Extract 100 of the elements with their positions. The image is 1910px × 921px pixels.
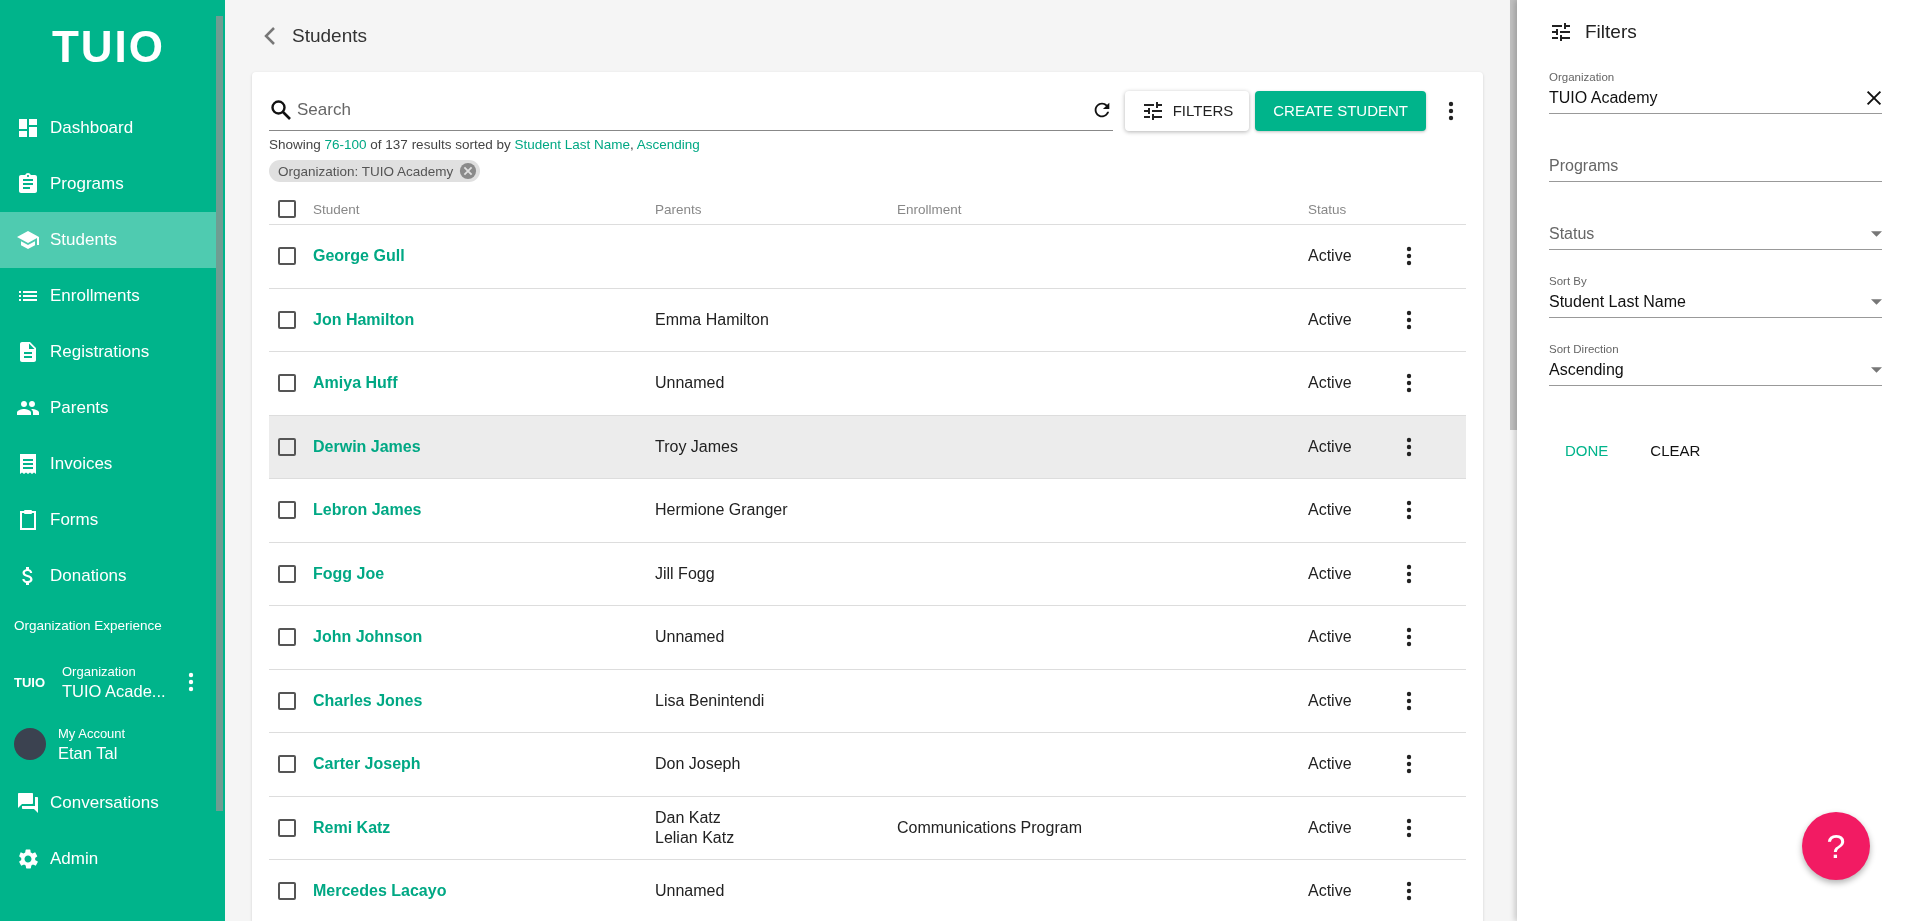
select-field[interactable]: Status: [1549, 182, 1882, 250]
filters-button[interactable]: FILTERS: [1124, 90, 1250, 131]
nav-item[interactable]: Admin: [0, 831, 216, 887]
search-field[interactable]: Search: [295, 99, 1089, 121]
organization-logo: TUIO: [14, 674, 47, 690]
table-cell: Emma Hamilton: [655, 310, 769, 329]
range-link[interactable]: 76-100: [324, 137, 367, 152]
select-field[interactable]: Sort By Student Last Name: [1549, 250, 1882, 318]
table-cell: Active: [1308, 818, 1352, 837]
table-cell: Troy James: [655, 437, 738, 456]
account-label: My Account: [58, 725, 126, 741]
table-cell: Active: [1308, 501, 1352, 520]
student-link[interactable]: George Gull: [313, 247, 405, 266]
create-student-button[interactable]: CREATE STUDENT: [1255, 90, 1426, 131]
scrollbar[interactable]: [1510, 0, 1517, 430]
checkbox[interactable]: [278, 310, 296, 329]
clear-button[interactable]: CLEAR: [1634, 434, 1717, 467]
column-header[interactable]: Parents: [655, 201, 897, 217]
more-icon[interactable]: [1406, 754, 1412, 775]
nav-item[interactable]: Programs: [0, 156, 216, 212]
student-link[interactable]: Mercedes Lacayo: [313, 882, 447, 901]
nav-item[interactable]: Registrations: [0, 324, 216, 380]
dashboard-icon: [16, 116, 40, 140]
account-name[interactable]: Etan Tal: [58, 743, 126, 763]
checkbox[interactable]: [278, 247, 296, 266]
more-icon[interactable]: [1406, 817, 1412, 838]
student-link[interactable]: John Johnson: [313, 628, 423, 647]
more-icon[interactable]: [1406, 246, 1412, 267]
close-icon[interactable]: [1866, 90, 1882, 106]
more-icon[interactable]: [1406, 309, 1412, 330]
organization-name[interactable]: TUIO Acade...: [62, 681, 166, 701]
table-cell: Active: [1308, 564, 1352, 583]
chat-icon: [16, 791, 40, 815]
nav-item[interactable]: Forms: [0, 492, 216, 548]
student-link[interactable]: Amiya Huff: [313, 374, 398, 393]
settings-icon: [16, 847, 40, 871]
column-header[interactable]: Student: [313, 201, 655, 217]
checkbox[interactable]: [278, 437, 296, 456]
student-link[interactable]: Derwin James: [313, 437, 421, 456]
help-button[interactable]: ?: [1802, 812, 1870, 880]
back-icon[interactable]: [264, 26, 276, 46]
more-icon[interactable]: [1406, 500, 1412, 521]
student-link[interactable]: Jon Hamilton: [313, 310, 415, 329]
column-header[interactable]: Status: [1308, 201, 1406, 217]
more-icon[interactable]: [1406, 690, 1412, 711]
nav-item[interactable]: Students: [0, 212, 216, 268]
nav-item[interactable]: Donations: [0, 548, 216, 604]
tune-icon: [1549, 20, 1573, 44]
input-field[interactable]: Organization TUIO Academy: [1549, 64, 1882, 114]
student-link[interactable]: Fogg Joe: [313, 564, 385, 583]
table-cell: Active: [1308, 310, 1352, 329]
table-row[interactable]: Derwin James Troy James Active: [269, 415, 1466, 479]
results-summary: of 137 results sorted by: [369, 137, 512, 152]
more-icon[interactable]: [1406, 436, 1412, 457]
avatar: [14, 728, 46, 760]
table-cell: Dan Katz: [655, 808, 721, 827]
checkbox[interactable]: [278, 200, 296, 218]
more-icon[interactable]: [1406, 563, 1412, 584]
checkbox[interactable]: [278, 628, 296, 647]
table-cell: Active: [1308, 628, 1352, 647]
scrollbar[interactable]: [216, 16, 223, 811]
checkbox[interactable]: [278, 374, 296, 393]
checkbox[interactable]: [278, 564, 296, 583]
filter-chip[interactable]: Organization: TUIO Academy: [269, 160, 481, 182]
dropdown-arrow-icon: [1871, 231, 1882, 237]
more-icon[interactable]: [1448, 100, 1454, 121]
student-link[interactable]: Carter Joseph: [313, 755, 421, 774]
nav-item[interactable]: Dashboard: [0, 100, 216, 156]
column-header[interactable]: Enrollment: [897, 201, 1308, 217]
page-title: Students: [292, 25, 367, 47]
section-title: Organization Experience: [13, 617, 163, 635]
table-cell: Lisa Benintendi: [655, 691, 765, 710]
nav-item[interactable]: Invoices: [0, 436, 216, 492]
table-cell: Don Joseph: [655, 755, 741, 774]
table-cell: Active: [1308, 374, 1352, 393]
nav-item[interactable]: Parents: [0, 380, 216, 436]
table-cell: Active: [1308, 755, 1352, 774]
organization-label: Organization: [62, 663, 137, 679]
checkbox[interactable]: [278, 691, 296, 710]
select-field[interactable]: Sort Direction Ascending: [1549, 318, 1882, 386]
checkbox[interactable]: [278, 818, 296, 837]
checkbox[interactable]: [278, 501, 296, 520]
checkbox[interactable]: [278, 882, 296, 901]
more-icon[interactable]: [1406, 627, 1412, 648]
more-icon[interactable]: [1406, 373, 1412, 394]
table-cell: Lelian Katz: [655, 828, 735, 847]
done-button[interactable]: DONE: [1549, 434, 1625, 467]
sort-link[interactable]: Student Last Name: [514, 137, 630, 152]
table-cell: Hermione Granger: [655, 501, 788, 520]
student-link[interactable]: Remi Katz: [313, 818, 391, 837]
student-link[interactable]: Charles Jones: [313, 691, 423, 710]
checkbox[interactable]: [278, 755, 296, 774]
school-icon: [16, 228, 40, 252]
direction-link[interactable]: Ascending: [636, 137, 700, 152]
input-field[interactable]: Programs: [1549, 114, 1882, 182]
nav-item[interactable]: Enrollments: [0, 268, 216, 324]
table-cell: Unnamed: [655, 882, 725, 901]
more-icon[interactable]: [1406, 881, 1412, 902]
nav-item[interactable]: Conversations: [0, 775, 216, 831]
student-link[interactable]: Lebron James: [313, 501, 422, 520]
